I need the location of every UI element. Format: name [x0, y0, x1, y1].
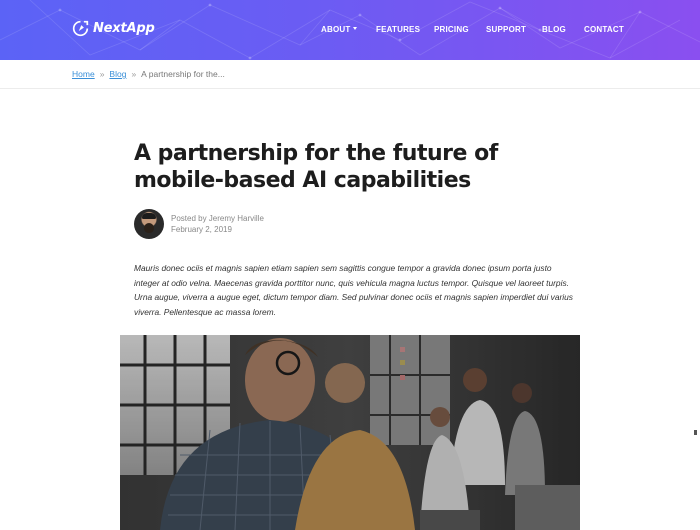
nav-pricing[interactable]: PRICING — [434, 25, 469, 34]
featured-image — [120, 335, 580, 530]
breadcrumb-home-link[interactable]: Home — [72, 69, 95, 79]
breadcrumb: Home » Blog » A partnership for the... — [72, 69, 225, 79]
caret-down-icon — [353, 27, 358, 31]
breadcrumb-current: A partnership for the... — [141, 69, 225, 79]
post-date: February 2, 2019 — [171, 225, 232, 234]
breadcrumb-separator: » — [99, 69, 105, 79]
breadcrumb-separator: » — [131, 69, 137, 79]
brand-logo[interactable]: NextApp — [72, 20, 155, 37]
nav-support[interactable]: SUPPORT — [486, 25, 526, 34]
rocket-cycle-icon — [72, 20, 89, 37]
post-meta: Posted by Jeremy Harville February 2, 20… — [171, 213, 264, 235]
article-title: A partnership for the future of mobile-b… — [134, 141, 498, 193]
nav-about[interactable]: ABOUT — [321, 25, 358, 34]
site-header: NextApp ABOUT FEATURES PRICING SUPPORT B… — [0, 0, 700, 60]
nav-about-label: ABOUT — [321, 25, 351, 34]
brand-name: NextApp — [93, 21, 155, 36]
scroll-indicator — [694, 430, 697, 435]
post-byline: Posted by Jeremy Harville — [171, 214, 264, 223]
breadcrumb-bar: Home » Blog » A partnership for the... — [0, 60, 700, 89]
nav-features[interactable]: FEATURES — [376, 25, 420, 34]
breadcrumb-blog-link[interactable]: Blog — [109, 69, 126, 79]
author-avatar[interactable] — [134, 209, 164, 239]
article-lead: Mauris donec ociis et magnis sapien etia… — [134, 263, 573, 317]
nav-contact[interactable]: CONTACT — [584, 25, 624, 34]
nav-blog[interactable]: BLOG — [542, 25, 566, 34]
